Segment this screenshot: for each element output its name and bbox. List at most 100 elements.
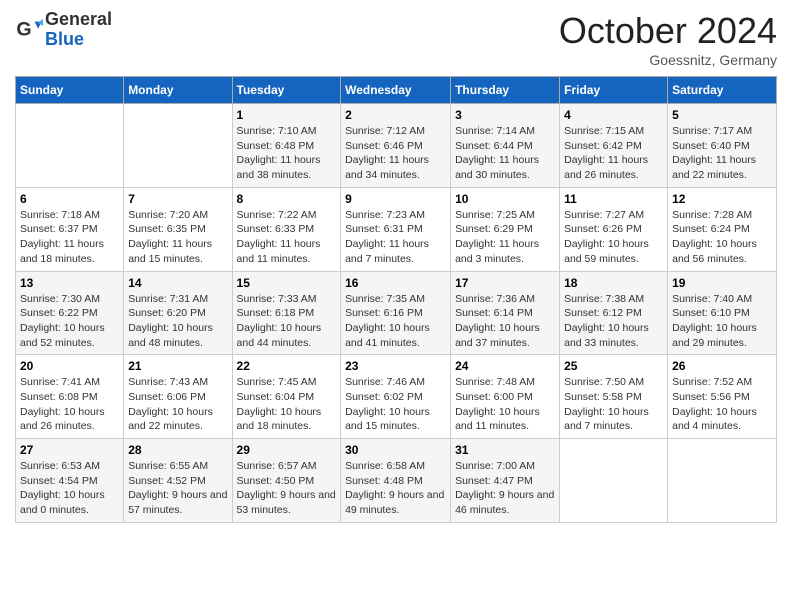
location: Goessnitz, Germany: [559, 52, 777, 68]
day-info: Sunrise: 7:23 AM Sunset: 6:31 PM Dayligh…: [345, 208, 446, 267]
day-number: 11: [564, 192, 663, 206]
day-cell: 20Sunrise: 7:41 AM Sunset: 6:08 PM Dayli…: [16, 355, 124, 439]
day-info: Sunrise: 7:38 AM Sunset: 6:12 PM Dayligh…: [564, 292, 663, 351]
day-number: 18: [564, 276, 663, 290]
day-cell: 13 Sunrise: 7:30 AM Sunset: 6:22 PM Dayli…: [16, 271, 124, 355]
day-cell: 14 Sunrise: 7:31 AM Sunset: 6:20 PM Dayli…: [124, 271, 232, 355]
title-block: October 2024 Goessnitz, Germany: [559, 10, 777, 68]
day-cell: 3Sunrise: 7:14 AM Sunset: 6:44 PM Daylig…: [451, 104, 560, 188]
logo-blue-text: Blue: [45, 29, 84, 49]
day-cell: 6Sunrise: 7:18 AM Sunset: 6:37 PM Daylig…: [16, 187, 124, 271]
weekday-header-saturday: Saturday: [668, 77, 777, 104]
day-number: 12: [672, 192, 772, 206]
day-cell: 7Sunrise: 7:20 AM Sunset: 6:35 PM Daylig…: [124, 187, 232, 271]
day-cell: 9 Sunrise: 7:23 AM Sunset: 6:31 PM Daylig…: [341, 187, 451, 271]
day-cell: 5 Sunrise: 7:17 AM Sunset: 6:40 PM Daylig…: [668, 104, 777, 188]
day-cell: 24 Sunrise: 7:48 AM Sunset: 6:00 PM Dayli…: [451, 355, 560, 439]
day-info: Sunrise: 7:43 AM Sunset: 6:06 PM Dayligh…: [128, 375, 227, 434]
day-cell: 25 Sunrise: 7:50 AM Sunset: 5:58 PM Dayli…: [560, 355, 668, 439]
day-cell: [16, 104, 124, 188]
day-cell: 16 Sunrise: 7:35 AM Sunset: 6:16 PM Dayli…: [341, 271, 451, 355]
week-row-5: 27Sunrise: 6:53 AM Sunset: 4:54 PM Dayli…: [16, 439, 777, 523]
day-info: Sunrise: 6:53 AM Sunset: 4:54 PM Dayligh…: [20, 459, 119, 518]
day-number: 29: [237, 443, 337, 457]
day-cell: 4 Sunrise: 7:15 AM Sunset: 6:42 PM Daylig…: [560, 104, 668, 188]
day-number: 9: [345, 192, 446, 206]
weekday-header-friday: Friday: [560, 77, 668, 104]
day-info: Sunrise: 7:35 AM Sunset: 6:16 PM Dayligh…: [345, 292, 446, 351]
day-cell: 22Sunrise: 7:45 AM Sunset: 6:04 PM Dayli…: [232, 355, 341, 439]
day-info: Sunrise: 7:10 AM Sunset: 6:48 PM Dayligh…: [237, 124, 337, 183]
day-number: 3: [455, 108, 555, 122]
day-info: Sunrise: 7:41 AM Sunset: 6:08 PM Dayligh…: [20, 375, 119, 434]
calendar-table: SundayMondayTuesdayWednesdayThursdayFrid…: [15, 76, 777, 523]
day-number: 13: [20, 276, 119, 290]
weekday-header-sunday: Sunday: [16, 77, 124, 104]
weekday-header-tuesday: Tuesday: [232, 77, 341, 104]
day-info: Sunrise: 7:30 AM Sunset: 6:22 PM Dayligh…: [20, 292, 119, 351]
day-cell: 18 Sunrise: 7:38 AM Sunset: 6:12 PM Dayli…: [560, 271, 668, 355]
day-info: Sunrise: 7:00 AM Sunset: 4:47 PM Dayligh…: [455, 459, 555, 518]
day-cell: 31Sunrise: 7:00 AM Sunset: 4:47 PM Dayli…: [451, 439, 560, 523]
day-number: 22: [237, 359, 337, 373]
day-number: 17: [455, 276, 555, 290]
page-header: G General Blue October 2024 Goessnitz, G…: [15, 10, 777, 68]
day-number: 16: [345, 276, 446, 290]
day-cell: 12 Sunrise: 7:28 AM Sunset: 6:24 PM Dayli…: [668, 187, 777, 271]
day-info: Sunrise: 7:25 AM Sunset: 6:29 PM Dayligh…: [455, 208, 555, 267]
day-info: Sunrise: 7:12 AM Sunset: 6:46 PM Dayligh…: [345, 124, 446, 183]
day-number: 24: [455, 359, 555, 373]
day-info: Sunrise: 7:46 AM Sunset: 6:02 PM Dayligh…: [345, 375, 446, 434]
day-info: Sunrise: 7:50 AM Sunset: 5:58 PM Dayligh…: [564, 375, 663, 434]
day-number: 14: [128, 276, 227, 290]
day-cell: 30 Sunrise: 6:58 AM Sunset: 4:48 PM Dayli…: [341, 439, 451, 523]
weekday-header-thursday: Thursday: [451, 77, 560, 104]
week-row-2: 6Sunrise: 7:18 AM Sunset: 6:37 PM Daylig…: [16, 187, 777, 271]
weekday-header-monday: Monday: [124, 77, 232, 104]
week-row-1: 1 Sunrise: 7:10 AM Sunset: 6:48 PM Daylig…: [16, 104, 777, 188]
day-info: Sunrise: 7:40 AM Sunset: 6:10 PM Dayligh…: [672, 292, 772, 351]
weekday-header-row: SundayMondayTuesdayWednesdayThursdayFrid…: [16, 77, 777, 104]
day-info: Sunrise: 7:48 AM Sunset: 6:00 PM Dayligh…: [455, 375, 555, 434]
day-number: 15: [237, 276, 337, 290]
day-cell: 27Sunrise: 6:53 AM Sunset: 4:54 PM Dayli…: [16, 439, 124, 523]
day-info: Sunrise: 6:55 AM Sunset: 4:52 PM Dayligh…: [128, 459, 227, 518]
day-info: Sunrise: 7:28 AM Sunset: 6:24 PM Dayligh…: [672, 208, 772, 267]
day-number: 2: [345, 108, 446, 122]
day-number: 1: [237, 108, 337, 122]
day-info: Sunrise: 6:58 AM Sunset: 4:48 PM Dayligh…: [345, 459, 446, 518]
month-title: October 2024: [559, 10, 777, 52]
day-cell: 11 Sunrise: 7:27 AM Sunset: 6:26 PM Dayli…: [560, 187, 668, 271]
day-info: Sunrise: 7:20 AM Sunset: 6:35 PM Dayligh…: [128, 208, 227, 267]
day-cell: 8Sunrise: 7:22 AM Sunset: 6:33 PM Daylig…: [232, 187, 341, 271]
day-number: 25: [564, 359, 663, 373]
day-info: Sunrise: 7:15 AM Sunset: 6:42 PM Dayligh…: [564, 124, 663, 183]
day-number: 5: [672, 108, 772, 122]
day-cell: 23 Sunrise: 7:46 AM Sunset: 6:02 PM Dayli…: [341, 355, 451, 439]
logo-general-text: General: [45, 9, 112, 29]
day-cell: 21Sunrise: 7:43 AM Sunset: 6:06 PM Dayli…: [124, 355, 232, 439]
day-number: 26: [672, 359, 772, 373]
day-cell: [124, 104, 232, 188]
day-cell: 26Sunrise: 7:52 AM Sunset: 5:56 PM Dayli…: [668, 355, 777, 439]
logo: G General Blue: [15, 10, 112, 50]
week-row-4: 20Sunrise: 7:41 AM Sunset: 6:08 PM Dayli…: [16, 355, 777, 439]
logo-icon: G: [15, 16, 43, 44]
day-cell: 29Sunrise: 6:57 AM Sunset: 4:50 PM Dayli…: [232, 439, 341, 523]
weekday-header-wednesday: Wednesday: [341, 77, 451, 104]
day-info: Sunrise: 7:27 AM Sunset: 6:26 PM Dayligh…: [564, 208, 663, 267]
day-number: 30: [345, 443, 446, 457]
day-number: 8: [237, 192, 337, 206]
day-info: Sunrise: 7:31 AM Sunset: 6:20 PM Dayligh…: [128, 292, 227, 351]
day-number: 6: [20, 192, 119, 206]
day-cell: 19 Sunrise: 7:40 AM Sunset: 6:10 PM Dayli…: [668, 271, 777, 355]
day-number: 23: [345, 359, 446, 373]
day-cell: 28Sunrise: 6:55 AM Sunset: 4:52 PM Dayli…: [124, 439, 232, 523]
day-number: 19: [672, 276, 772, 290]
day-info: Sunrise: 7:17 AM Sunset: 6:40 PM Dayligh…: [672, 124, 772, 183]
day-info: Sunrise: 7:36 AM Sunset: 6:14 PM Dayligh…: [455, 292, 555, 351]
day-cell: 17 Sunrise: 7:36 AM Sunset: 6:14 PM Dayli…: [451, 271, 560, 355]
svg-text:G: G: [16, 18, 31, 40]
day-cell: 15Sunrise: 7:33 AM Sunset: 6:18 PM Dayli…: [232, 271, 341, 355]
day-number: 4: [564, 108, 663, 122]
